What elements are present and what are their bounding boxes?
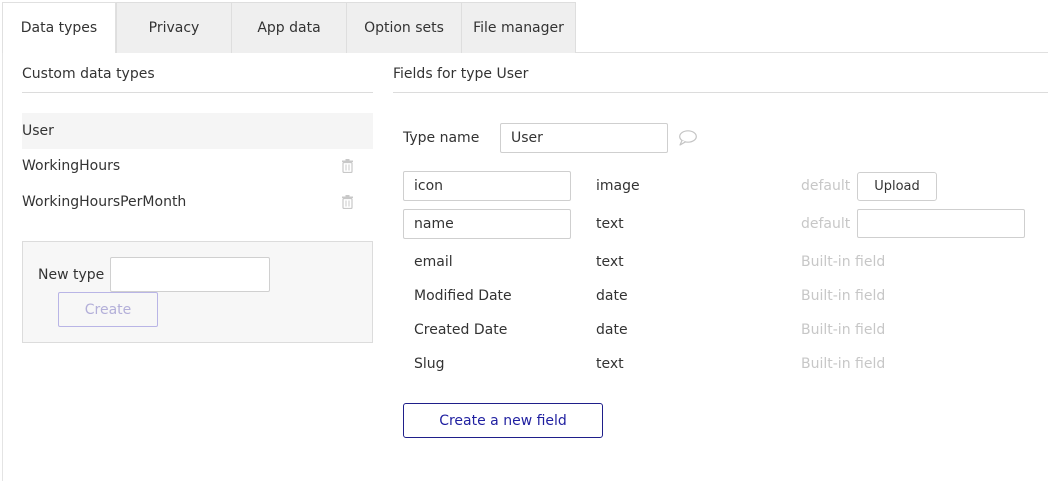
data-type-item-workinghours[interactable]: WorkingHours (22, 148, 373, 184)
tab-app-data[interactable]: App data (231, 2, 347, 53)
fields-title: Fields for type User (393, 66, 529, 82)
default-value-input[interactable] (857, 209, 1025, 238)
field-name-input-icon[interactable]: icon (403, 171, 571, 201)
upload-button[interactable]: Upload (857, 172, 937, 201)
data-type-item-workinghourspermonth[interactable]: WorkingHoursPerMonth (22, 184, 373, 220)
tab-file-manager[interactable]: File manager (461, 2, 576, 53)
field-name-slug: Slug (414, 356, 445, 372)
create-type-button[interactable]: Create (58, 292, 158, 327)
new-type-panel: New type Create (22, 241, 373, 343)
built-in-field-label: Built-in field (801, 254, 886, 270)
built-in-field-label: Built-in field (801, 356, 886, 372)
field-name-email: email (414, 254, 453, 270)
left-title-divider (22, 92, 373, 93)
data-type-label: User (22, 123, 54, 139)
panel-left-border (2, 52, 3, 481)
data-type-label: WorkingHoursPerMonth (22, 194, 187, 210)
new-type-input[interactable] (110, 257, 270, 292)
field-type-name: text (596, 216, 624, 232)
field-type-slug: text (596, 356, 624, 372)
type-name-label: Type name (403, 130, 480, 146)
field-name-modified-date: Modified Date (414, 288, 512, 304)
data-type-item-user[interactable]: User (22, 113, 373, 149)
new-type-label: New type (38, 267, 105, 283)
right-title-divider (393, 92, 1048, 93)
tab-option-sets[interactable]: Option sets (346, 2, 462, 53)
tab-data-types[interactable]: Data types (2, 2, 116, 53)
trash-icon[interactable] (342, 195, 353, 209)
tab-privacy[interactable]: Privacy (116, 2, 232, 53)
trash-icon[interactable] (342, 159, 353, 173)
field-type-icon: image (596, 178, 640, 194)
built-in-field-label: Built-in field (801, 322, 886, 338)
data-type-label: WorkingHours (22, 158, 121, 174)
type-name-input[interactable]: User (500, 123, 668, 153)
field-default-label: default (801, 216, 851, 232)
field-type-modified-date: date (596, 288, 628, 304)
comment-icon[interactable] (678, 130, 697, 146)
tab-bar: Data types Privacy App data Option sets … (2, 2, 1048, 53)
field-name-input-name[interactable]: name (403, 209, 571, 239)
field-type-created-date: date (596, 322, 628, 338)
built-in-field-label: Built-in field (801, 288, 886, 304)
field-type-email: text (596, 254, 624, 270)
custom-data-types-title: Custom data types (22, 66, 155, 82)
field-default-label: default (801, 178, 851, 194)
create-new-field-button[interactable]: Create a new field (403, 403, 603, 438)
field-name-created-date: Created Date (414, 322, 508, 338)
